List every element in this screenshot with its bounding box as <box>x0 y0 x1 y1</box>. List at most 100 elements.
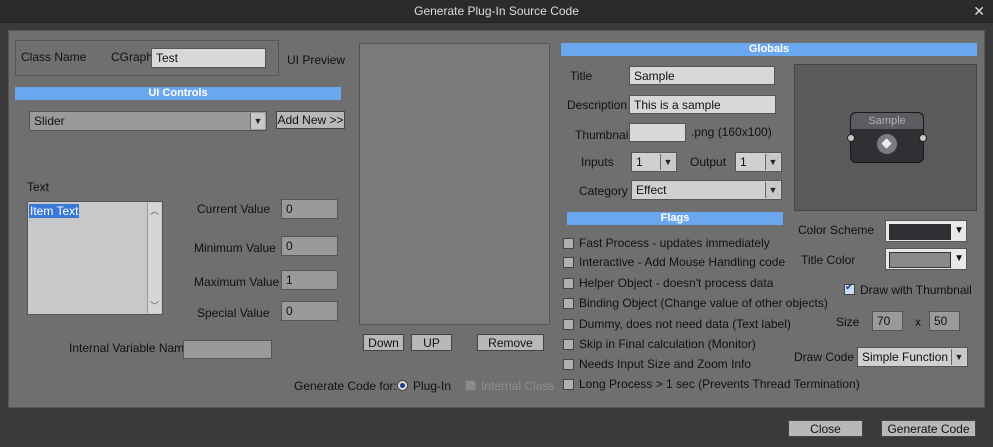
ui-controls-header: UI Controls <box>15 87 341 100</box>
list-scrollbar[interactable]: ︿ ﹀ <box>147 203 161 313</box>
input-port-icon <box>847 134 855 142</box>
current-value-input[interactable]: 0 <box>281 199 338 219</box>
minimum-value-input[interactable]: 0 <box>281 236 338 256</box>
minimum-value-label: Minimum Value <box>194 241 276 255</box>
category-value: Effect <box>636 183 667 197</box>
ui-preview-label: UI Preview <box>287 53 346 67</box>
remove-button[interactable]: Remove <box>477 334 544 351</box>
thumbnail-suffix: .png (160x100) <box>691 125 772 139</box>
title-input[interactable]: Sample <box>629 66 775 85</box>
flag-checkbox-needs-input-size[interactable] <box>563 359 574 370</box>
flag-checkbox-long-process[interactable] <box>563 379 574 390</box>
title-bar: Generate Plug-In Source Code ✕ <box>0 0 993 23</box>
size-label: Size <box>836 315 860 329</box>
class-name-label: Class Name <box>21 50 87 64</box>
special-value-label: Special Value <box>197 306 270 320</box>
flag-checkbox-helper-object[interactable] <box>563 278 574 289</box>
globals-header: Globals <box>561 43 977 56</box>
color-scheme-swatch <box>889 224 951 240</box>
category-label: Category <box>579 184 628 198</box>
ui-preview-area[interactable] <box>359 43 550 325</box>
close-icon[interactable]: ✕ <box>973 0 985 22</box>
color-scheme-label: Color Scheme <box>798 223 875 237</box>
flag-label-binding-object[interactable]: Binding Object (Change value of other ob… <box>579 296 828 310</box>
draw-thumbnail-checkbox[interactable] <box>844 282 855 295</box>
internal-variable-input[interactable] <box>183 340 272 359</box>
class-name-input[interactable]: Test <box>151 48 266 68</box>
flag-checkbox-interactive[interactable] <box>563 257 574 268</box>
size-height-input[interactable]: 50 <box>929 311 960 331</box>
add-new-button[interactable]: Add New >> <box>276 111 345 129</box>
flag-label-long-process[interactable]: Long Process > 1 sec (Prevents Thread Te… <box>579 377 860 391</box>
plugin-radio-label[interactable]: Plug-In <box>413 379 451 393</box>
draw-code-select[interactable]: Simple Function ▼ <box>857 347 968 367</box>
flag-label-skip-final[interactable]: Skip in Final calculation (Monitor) <box>579 337 756 351</box>
maximum-value-input[interactable]: 1 <box>281 270 338 290</box>
inputs-select[interactable]: 1 ▼ <box>631 152 677 172</box>
generate-for-label: Generate Code for: <box>294 379 397 393</box>
inputs-value: 1 <box>636 155 643 169</box>
output-port-icon <box>919 134 927 142</box>
special-value-input[interactable]: 0 <box>281 301 338 321</box>
title-color-label: Title Color <box>801 253 856 267</box>
text-label: Text <box>27 180 50 194</box>
draw-code-value: Simple Function <box>862 350 949 364</box>
flag-label-helper-object[interactable]: Helper Object - doesn't process data <box>579 276 773 290</box>
flag-label-fast-process[interactable]: Fast Process - updates immediately <box>579 236 770 250</box>
internal-class-label: Internal Class <box>481 379 555 393</box>
size-x-label: x <box>915 315 921 329</box>
node-title: Sample <box>851 113 923 129</box>
generate-code-button[interactable]: Generate Code <box>881 420 976 437</box>
caret-down-icon: ▼ <box>954 225 964 236</box>
flag-label-dummy[interactable]: Dummy, does not need data (Text label) <box>579 317 791 331</box>
flag-checkbox-skip-final[interactable] <box>563 339 574 350</box>
title-color-swatch <box>889 252 951 268</box>
chevron-down-icon[interactable]: ﹀ <box>150 299 159 312</box>
caret-down-icon: ▼ <box>954 253 964 264</box>
title-color-picker[interactable]: ▼ <box>885 248 967 270</box>
chevron-down-icon: ▼ <box>951 349 966 365</box>
node-preview: Sample <box>847 112 927 163</box>
cube-icon <box>877 134 897 154</box>
flag-checkbox-dummy[interactable] <box>563 319 574 330</box>
title-label: Title <box>570 69 593 83</box>
flag-label-interactive[interactable]: Interactive - Add Mouse Handling code <box>579 255 785 269</box>
color-scheme-picker[interactable]: ▼ <box>885 220 967 242</box>
inputs-label: Inputs <box>581 155 614 169</box>
category-select[interactable]: Effect ▼ <box>631 180 782 200</box>
output-value: 1 <box>740 155 747 169</box>
item-text-list[interactable]: Item Text ︿ ﹀ <box>27 201 163 315</box>
list-item[interactable]: Item Text <box>29 204 80 218</box>
chevron-down-icon: ▼ <box>765 154 780 170</box>
close-button[interactable]: Close <box>788 420 863 437</box>
thumbnail-label: Thumbnail <box>575 128 632 142</box>
output-select[interactable]: 1 ▼ <box>735 152 782 172</box>
description-input[interactable]: This is a sample <box>629 95 776 114</box>
down-button[interactable]: Down <box>363 334 404 351</box>
up-button[interactable]: UP <box>411 334 452 351</box>
control-type-value: Slider <box>34 114 65 128</box>
flag-label-needs-input-size[interactable]: Needs Input Size and Zoom Info <box>579 357 751 371</box>
flag-checkbox-binding-object[interactable] <box>563 298 574 309</box>
draw-code-label: Draw Code <box>794 350 855 364</box>
internal-variable-label: Internal Variable Name <box>69 341 191 355</box>
plugin-radio[interactable] <box>397 380 408 391</box>
draw-thumbnail-label[interactable]: Draw with Thumbnail <box>860 283 972 297</box>
chevron-down-icon: ▼ <box>765 182 780 198</box>
maximum-value-label: Maximum Value <box>194 275 280 289</box>
flag-checkbox-fast-process[interactable] <box>563 238 574 249</box>
description-label: Description <box>567 98 628 112</box>
chevron-down-icon: ▼ <box>660 154 675 170</box>
thumbnail-preview: Sample <box>794 64 977 211</box>
thumbnail-input[interactable] <box>629 123 686 142</box>
control-type-select[interactable]: Slider ▼ <box>29 111 267 131</box>
current-value-label: Current Value <box>197 202 271 216</box>
chevron-up-icon[interactable]: ︿ <box>150 204 159 217</box>
class-prefix-label: CGraph <box>111 50 154 64</box>
window-title: Generate Plug-In Source Code <box>414 4 579 18</box>
internal-class-checkbox <box>465 380 476 391</box>
chevron-down-icon: ▼ <box>250 113 265 129</box>
flags-header: Flags <box>567 212 783 225</box>
output-label: Output <box>690 155 727 169</box>
size-width-input[interactable]: 70 <box>872 311 903 331</box>
